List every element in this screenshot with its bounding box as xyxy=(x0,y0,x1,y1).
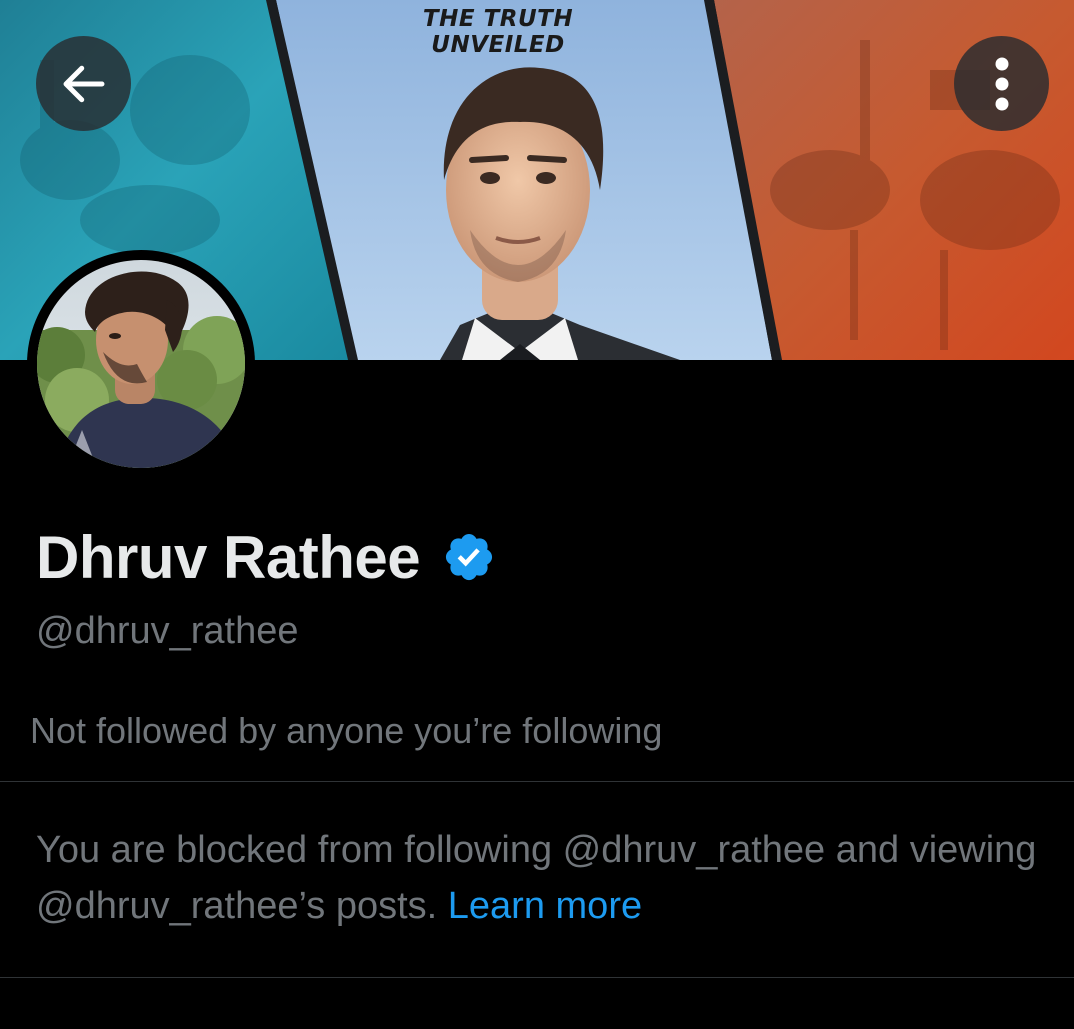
divider xyxy=(0,977,1074,978)
arrow-left-icon xyxy=(63,65,104,102)
banner-title-text: THE TRUTH UNVEILED xyxy=(422,6,574,58)
back-button[interactable] xyxy=(36,36,131,131)
profile-name-row: Dhruv Rathee xyxy=(36,520,496,594)
followers-you-know-text: Not followed by anyone you’re following xyxy=(30,710,663,751)
more-options-button[interactable] xyxy=(954,36,1049,131)
learn-more-link[interactable]: Learn more xyxy=(448,885,642,927)
more-vertical-icon xyxy=(995,57,1008,110)
display-name: Dhruv Rathee xyxy=(36,523,421,591)
verified-badge-icon[interactable] xyxy=(442,530,496,584)
avatar-image xyxy=(37,260,245,468)
blocked-notice: You are blocked from following @dhruv_ra… xyxy=(36,822,1046,934)
profile-handle: @dhruv_rathee xyxy=(36,610,299,652)
profile-avatar[interactable] xyxy=(27,250,255,478)
divider xyxy=(0,781,1074,782)
